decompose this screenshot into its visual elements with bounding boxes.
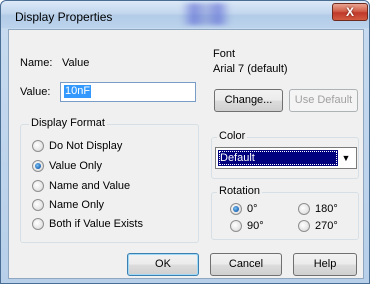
- rotation-caption: Rotation: [217, 185, 262, 197]
- close-icon: X: [345, 5, 354, 19]
- ok-button[interactable]: OK: [127, 253, 199, 276]
- radio-rotation-270-label[interactable]: 270°: [315, 220, 338, 232]
- dialog-client-area: Name: Value Value: 10nF Display Format D…: [8, 29, 364, 279]
- radio-rotation-180-label[interactable]: 180°: [315, 203, 338, 215]
- chevron-down-icon[interactable]: ▼: [338, 150, 354, 166]
- value-label: Value:: [20, 86, 51, 98]
- radio-rotation-90[interactable]: [230, 220, 242, 232]
- title-bar[interactable]: Display Properties X: [1, 1, 369, 28]
- radio-name-and-value-label[interactable]: Name and Value: [49, 180, 130, 192]
- color-caption: Color: [217, 130, 248, 142]
- radio-rotation-90-label[interactable]: 90°: [247, 220, 264, 232]
- dialog-window: Display Properties X Name: Value Value: …: [0, 0, 370, 284]
- radio-both-if-value-exists[interactable]: [32, 218, 44, 230]
- window-title: Display Properties: [15, 10, 113, 24]
- radio-name-and-value[interactable]: [32, 180, 44, 192]
- name-label: Name:: [20, 57, 53, 69]
- title-bar-glare: [181, 3, 231, 25]
- font-current-value: Arial 7 (default): [213, 63, 288, 75]
- radio-value-only-label[interactable]: Value Only: [49, 160, 102, 172]
- radio-value-only[interactable]: [32, 160, 44, 172]
- use-default-font-button[interactable]: Use Default: [289, 89, 358, 112]
- name-value: Value: [62, 57, 90, 69]
- change-font-button[interactable]: Change...: [214, 89, 283, 112]
- radio-rotation-0-label[interactable]: 0°: [247, 203, 258, 215]
- radio-both-if-value-exists-label[interactable]: Both if Value Exists: [49, 218, 143, 230]
- color-select-value: Default: [218, 150, 338, 166]
- radio-do-not-display-label[interactable]: Do Not Display: [49, 140, 122, 152]
- display-format-caption: Display Format: [29, 117, 107, 129]
- rotation-group: [211, 192, 359, 240]
- radio-rotation-270[interactable]: [298, 220, 310, 232]
- radio-name-only[interactable]: [32, 199, 44, 211]
- font-caption: Font: [213, 48, 236, 60]
- cancel-button[interactable]: Cancel: [210, 253, 282, 276]
- help-button[interactable]: Help: [293, 253, 357, 276]
- color-select[interactable]: Default ▼: [215, 147, 357, 169]
- value-input-text: 10nF: [64, 85, 92, 98]
- radio-do-not-display[interactable]: [32, 140, 44, 152]
- radio-rotation-0[interactable]: [230, 203, 242, 215]
- value-input[interactable]: 10nF: [60, 82, 196, 102]
- close-button[interactable]: X: [332, 3, 368, 21]
- radio-name-only-label[interactable]: Name Only: [49, 199, 104, 211]
- radio-rotation-180[interactable]: [298, 203, 310, 215]
